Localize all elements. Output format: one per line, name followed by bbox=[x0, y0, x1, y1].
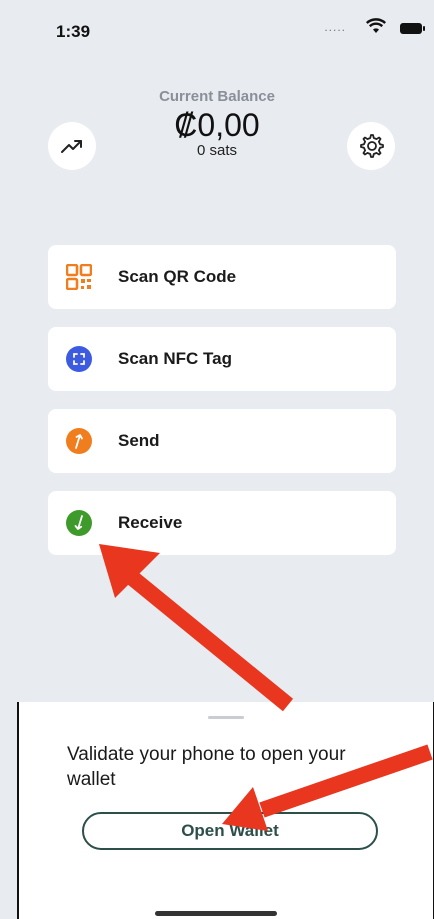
nfc-scan-icon bbox=[65, 345, 93, 373]
balance-label: Current Balance bbox=[159, 88, 275, 105]
receive-button[interactable]: Receive bbox=[48, 491, 396, 555]
scan-nfc-tag-label: Scan NFC Tag bbox=[118, 349, 232, 368]
wifi-icon bbox=[365, 18, 387, 39]
receive-label: Receive bbox=[118, 513, 183, 532]
validate-phone-sheet: Validate your phone to open your wallet … bbox=[17, 702, 434, 919]
balance-section: Current Balance ₡0,00 0 sats bbox=[0, 88, 434, 159]
open-wallet-button[interactable]: Open Wallet bbox=[82, 812, 378, 850]
balance-sats: 0 sats bbox=[196, 142, 238, 159]
home-indicator[interactable] bbox=[155, 911, 277, 916]
scan-qr-code-label: Scan QR Code bbox=[118, 267, 237, 286]
scan-qr-code-button[interactable]: Scan QR Code bbox=[48, 245, 396, 309]
battery-icon bbox=[400, 23, 425, 34]
balance-amount: ₡0,00 bbox=[174, 107, 260, 143]
send-button[interactable]: Send bbox=[48, 409, 396, 473]
validate-phone-message: Validate your phone to open your wallet bbox=[67, 744, 346, 790]
receive-arrow-icon bbox=[65, 509, 93, 537]
status-bar: 1:39 ..... bbox=[0, 0, 434, 60]
annotation-arrow-receive bbox=[99, 544, 294, 712]
send-label: Send bbox=[118, 431, 160, 450]
scan-nfc-tag-button[interactable]: Scan NFC Tag bbox=[48, 327, 396, 391]
send-arrow-icon bbox=[65, 427, 93, 455]
signal-dots-icon: ..... bbox=[324, 20, 346, 34]
sheet-drag-handle[interactable] bbox=[208, 716, 244, 719]
status-time: 1:39 bbox=[56, 22, 91, 41]
qr-code-icon bbox=[65, 263, 93, 291]
